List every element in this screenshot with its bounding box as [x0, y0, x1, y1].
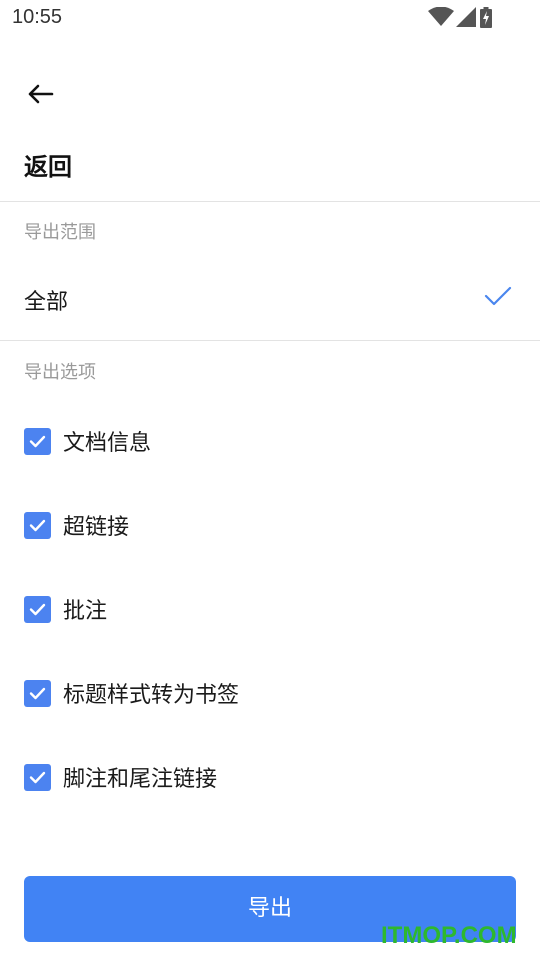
status-bar: 10:55: [0, 0, 540, 36]
checkbox-checked[interactable]: [24, 428, 51, 455]
checkbox-check-icon: [29, 687, 46, 700]
status-time: 10:55: [12, 6, 63, 28]
option-label: 标题样式转为书签: [63, 683, 240, 708]
checkbox-check-icon: [29, 435, 46, 448]
option-label: 超链接: [63, 515, 130, 540]
cellular-signal-icon: [456, 7, 476, 27]
export-range-section-label: 导出范围: [24, 222, 96, 243]
range-option-all[interactable]: 全部: [0, 258, 540, 340]
option-label: 脚注和尾注链接: [63, 767, 218, 792]
option-footnote-endnote-links[interactable]: 脚注和尾注链接: [0, 749, 540, 805]
header-divider: [0, 201, 540, 202]
option-comments[interactable]: 批注: [0, 581, 540, 637]
option-heading-styles-to-bookmarks[interactable]: 标题样式转为书签: [0, 665, 540, 721]
checkmark-icon: [484, 286, 512, 306]
option-hyperlinks[interactable]: 超链接: [0, 497, 540, 553]
wifi-icon: [428, 7, 454, 26]
checkbox-check-icon: [29, 771, 46, 784]
option-label: 批注: [63, 599, 108, 624]
back-arrow-icon[interactable]: [26, 80, 56, 108]
checkbox-checked[interactable]: [24, 596, 51, 623]
checkbox-checked[interactable]: [24, 512, 51, 539]
page-title: 返回: [24, 153, 72, 181]
option-document-info[interactable]: 文档信息: [0, 413, 540, 469]
watermark: ITMOP.COM: [381, 922, 517, 949]
range-divider: [0, 340, 540, 341]
checkbox-check-icon: [29, 603, 46, 616]
export-options-section-label: 导出选项: [24, 362, 96, 383]
checkbox-check-icon: [29, 519, 46, 532]
option-label: 文档信息: [63, 431, 152, 456]
range-option-label: 全部: [24, 290, 69, 315]
battery-charging-icon: [480, 7, 492, 28]
checkbox-checked[interactable]: [24, 680, 51, 707]
checkbox-checked[interactable]: [24, 764, 51, 791]
